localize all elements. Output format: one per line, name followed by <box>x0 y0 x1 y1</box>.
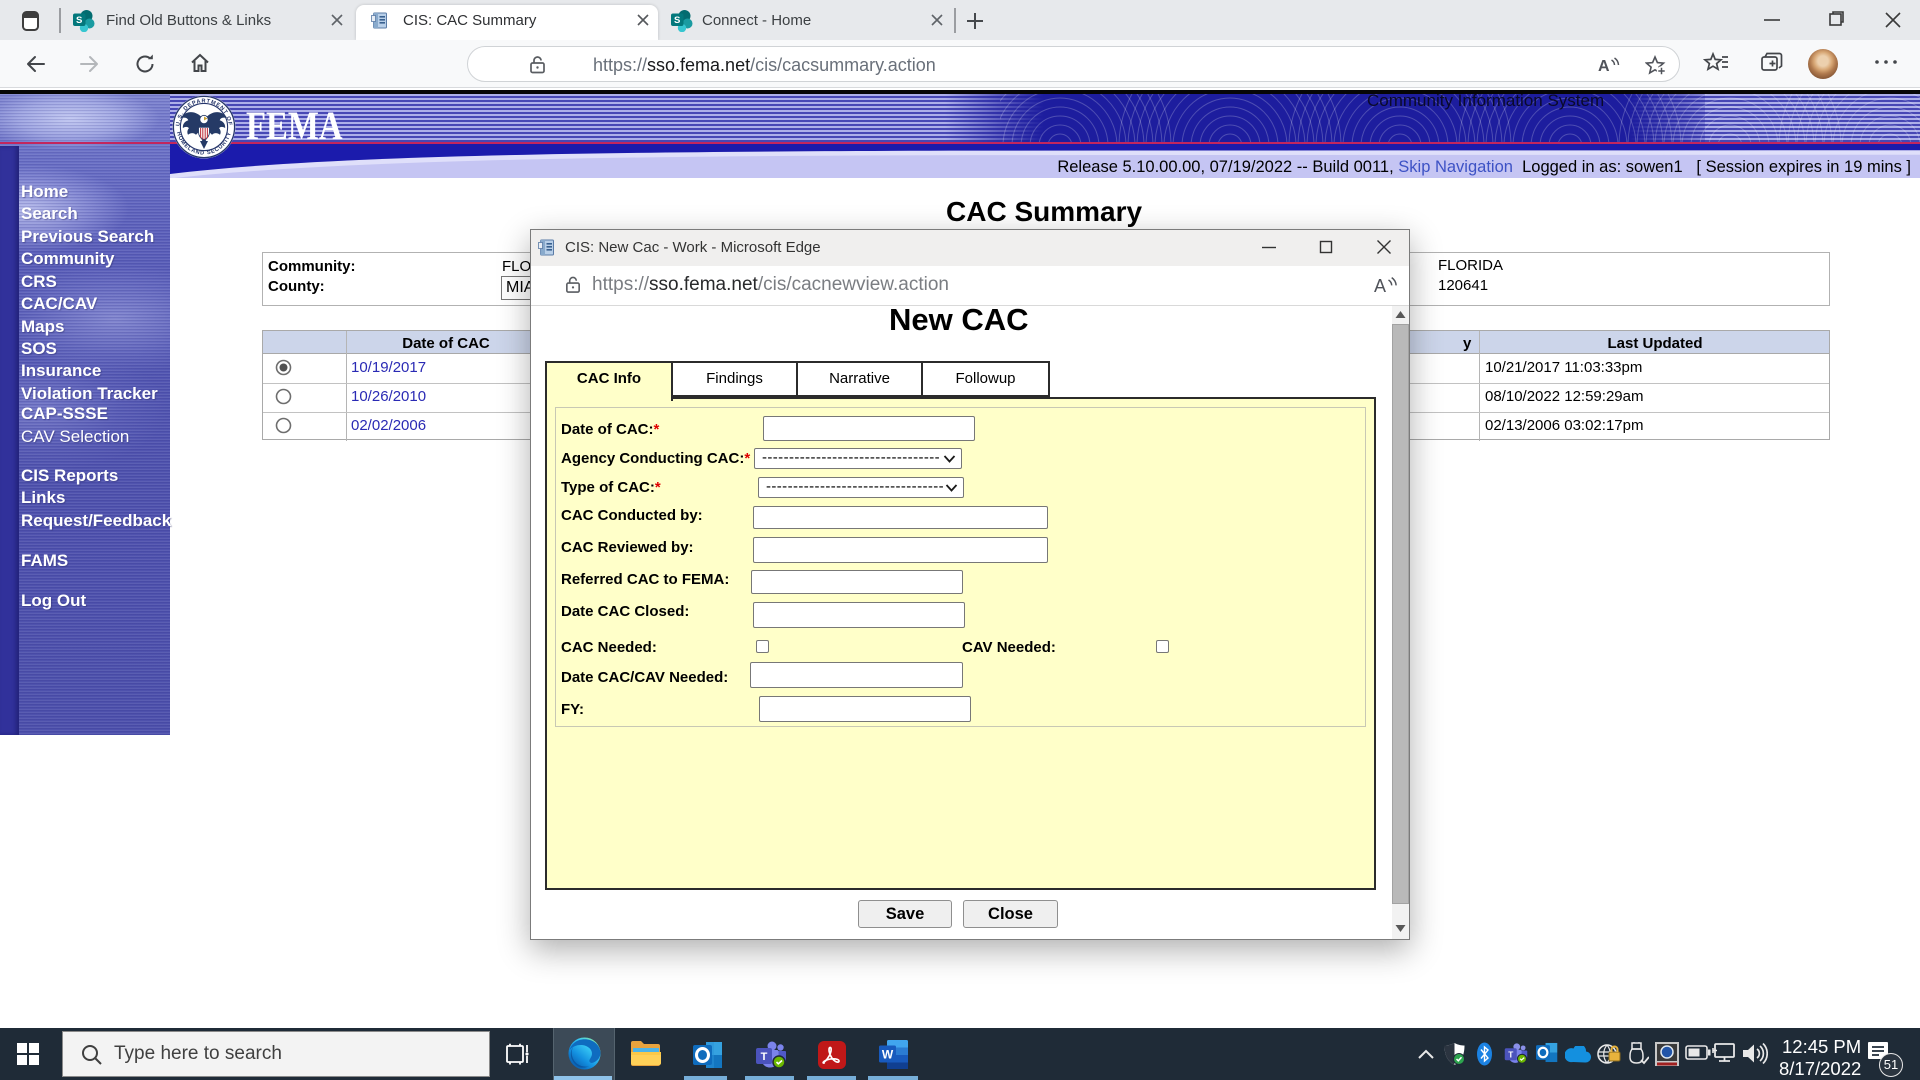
svg-text:S: S <box>76 15 82 26</box>
svg-text:S: S <box>674 15 680 26</box>
svg-text:W: W <box>882 1048 894 1062</box>
svg-text:A: A <box>1374 276 1386 296</box>
svg-text:T: T <box>1508 1050 1513 1059</box>
svg-text:A: A <box>1598 58 1610 75</box>
svg-text:T: T <box>761 1051 768 1063</box>
